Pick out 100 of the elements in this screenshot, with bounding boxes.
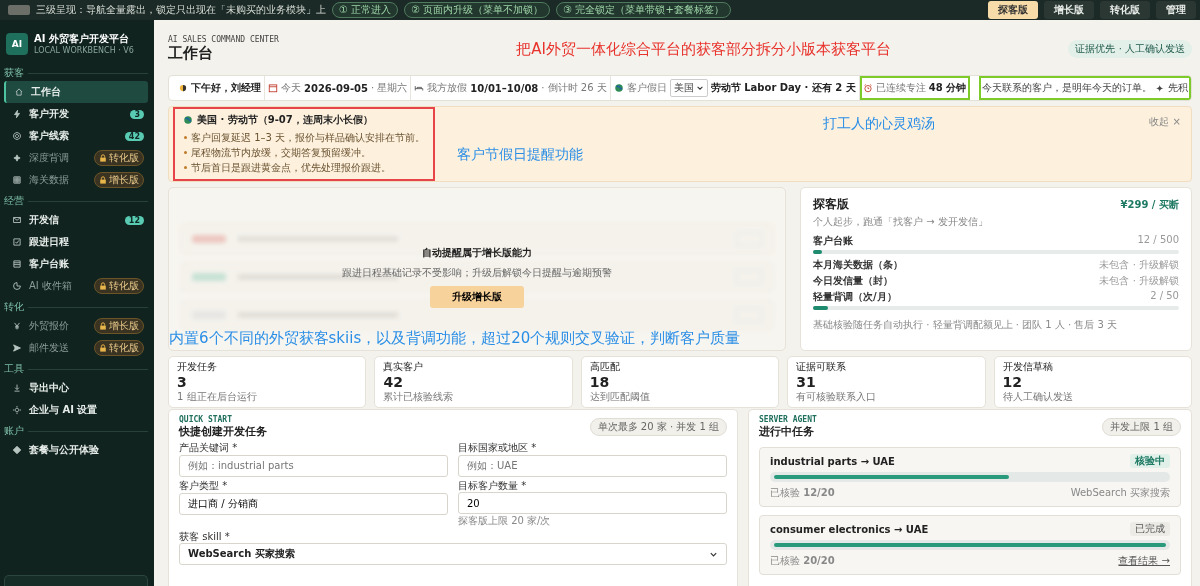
alarm-clock-icon xyxy=(862,83,873,93)
quota-reading: 2 / 50 xyxy=(1150,290,1179,303)
date-text: 2026-09-05 xyxy=(304,82,368,94)
plan-switch-button[interactable]: 管理 xyxy=(1156,1,1196,19)
plan-lock-badge: 转化版 xyxy=(94,278,144,294)
mode-button[interactable]: ③ 完全锁定（菜单带锁+套餐标签） xyxy=(556,2,731,18)
section-label: 工具 xyxy=(4,362,24,376)
focus-timer: 已连续专注 48 分钟 xyxy=(859,76,971,100)
quota-label: 今日发信量（封） xyxy=(813,274,893,288)
plan-lock-badge: 增长版 xyxy=(94,172,144,188)
stat-caption: 达到匹配阈值 xyxy=(589,390,651,404)
limit-pill: 单次最多 20 家 · 并发 1 组 xyxy=(589,418,727,436)
quota-reading: 12 / 500 xyxy=(1137,234,1179,247)
quota-reading: 未包含 · 升级解锁 xyxy=(1099,274,1179,288)
quota-reading: 未包含 · 升级解锁 xyxy=(1099,258,1179,272)
eyebrow-label: QUICK START xyxy=(179,415,233,424)
annotation-text: 客户节假日提醒功能 xyxy=(457,146,584,164)
input-field[interactable]: 进口商 / 分销商 xyxy=(179,492,448,515)
input-field[interactable]: 例如：UAE xyxy=(458,454,727,477)
plan-subtitle: 个人起步，跑通「找客户 → 发开发信」 xyxy=(813,215,989,229)
sidebar-item[interactable]: 跟进日程 xyxy=(4,231,148,253)
task-status-badge: 已完成 xyxy=(1130,522,1170,536)
sidebar-item[interactable]: 客户台账 xyxy=(4,253,148,275)
globe-icon xyxy=(183,115,193,125)
motivational-quote: 今天联系的客户，是明年今天的订单。 ✦ 先积 xyxy=(978,76,1191,100)
target-icon xyxy=(12,131,22,141)
mode-button[interactable]: ② 页面内升级（菜单不加锁） xyxy=(404,2,551,18)
plan-lock-badge: 转化版 xyxy=(94,340,144,356)
task-title: consumer electronics → UAE xyxy=(770,523,929,535)
view-results-link[interactable]: 查看结果 → xyxy=(1118,554,1170,568)
annotation-text: 打工人的心灵鸡汤 xyxy=(823,115,936,133)
holiday-reminder: 美国 · 劳动节（9-07，连周末小长假） 客户回复延迟 1–3 天，报价与样品确认安排在节前。 尾程物流节内放缓，交期答复预留缓冲。 节后首日是跟进黄金点，优先处理报价跟进。 xyxy=(175,109,434,179)
caret-icon xyxy=(695,84,704,92)
sidebar-item[interactable]: 邮件发送 转化版 xyxy=(4,337,148,359)
skill-select[interactable]: WebSearch 买家搜索 xyxy=(179,543,727,565)
stat-value: 31 xyxy=(796,374,817,390)
sidebar-item[interactable]: 套餐与公开体验 xyxy=(4,439,148,461)
stat-label: 开发信草稿 xyxy=(1002,360,1054,374)
sidebar-item[interactable]: 导出中心 xyxy=(4,377,148,399)
info-label: 我方放假 xyxy=(427,81,468,95)
input-field[interactable]: 20 xyxy=(458,492,727,514)
status-pill: 证据优先 · 人工确认发送 xyxy=(1068,40,1192,58)
verified-count-text: 已核验 12/20 xyxy=(770,486,835,500)
sidebar-item[interactable]: 客户开发 3 xyxy=(4,103,148,125)
stat-value: 42 xyxy=(383,374,404,390)
blurred-thumbnail xyxy=(8,5,30,15)
section-label: 转化 xyxy=(4,300,24,314)
field-label: 客户类型 * xyxy=(179,479,229,492)
globe-icon xyxy=(613,83,624,93)
plan-switch-button[interactable]: 探客版 xyxy=(988,1,1038,19)
holiday-countdown: 劳动节 Labor Day · 还有 2 天 xyxy=(710,81,856,95)
sparkle-icon xyxy=(12,153,22,163)
weekday-text: · 星期六 xyxy=(370,81,408,95)
plan-title: 探客版 xyxy=(813,196,849,213)
eyebrow-label: SERVER AGENT xyxy=(759,415,817,424)
sidebar-item[interactable]: 外贸报价 增长版 xyxy=(4,315,148,337)
stat-label: 高匹配 xyxy=(589,360,621,374)
field-hint: 探客版上限 20 家/次 xyxy=(458,514,552,528)
send-icon xyxy=(12,343,22,353)
greeting: 下午好，刘经理 xyxy=(191,81,261,95)
stat-caption: 累计已核验线索 xyxy=(383,390,455,404)
sidebar-item[interactable]: 工作台 xyxy=(4,81,148,103)
quota-label: 轻量背调（次/月） xyxy=(813,290,897,304)
section-label: 获客 xyxy=(4,66,24,80)
stat-label: 证据可联系 xyxy=(796,360,848,374)
stat-caption: 待人工确认发送 xyxy=(1002,390,1074,404)
annotation-text: 把AI外贸一体化综合平台的获客部分拆分小版本获客平台 xyxy=(515,39,892,59)
plan-switch-button[interactable]: 转化版 xyxy=(1100,1,1150,19)
sidebar-item[interactable]: 企业与 AI 设置 xyxy=(4,399,148,421)
sidebar-item[interactable]: 开发信 12 xyxy=(4,209,148,231)
lightning-icon xyxy=(12,109,22,119)
checkbox-icon xyxy=(12,237,22,247)
home-icon xyxy=(14,87,24,97)
panel-title: 进行中任务 xyxy=(759,424,815,439)
sidebar-item[interactable]: 客户线索 42 xyxy=(4,125,148,147)
mode-button[interactable]: ① 正常进入 xyxy=(332,2,399,18)
plan-footer-text: 基础核验随任务自动执行 · 轻量背调配额见上 · 团队 1 人 · 售后 3 天 xyxy=(813,318,1119,332)
bed-icon xyxy=(414,83,425,93)
sidebar-item[interactable]: 海关数据 增长版 xyxy=(4,169,148,191)
input-field[interactable]: 例如：industrial parts xyxy=(179,454,448,477)
settings-icon xyxy=(12,405,22,415)
table-icon xyxy=(12,259,22,269)
count-badge: 42 xyxy=(124,131,144,141)
upgrade-button[interactable]: 升级增长版 xyxy=(430,286,524,308)
section-label: 经营 xyxy=(4,194,24,208)
stat-value: 18 xyxy=(589,374,611,390)
diamond-icon xyxy=(12,445,22,455)
plan-lock-badge: 增长版 xyxy=(94,318,144,334)
sidebar-item[interactable]: 深度背调 转化版 xyxy=(4,147,148,169)
sidebar-item[interactable]: AI 收件箱 转化版 xyxy=(4,275,148,297)
quota-label: 客户台账 xyxy=(813,234,853,248)
country-select[interactable]: 美国 xyxy=(669,79,708,97)
count-badge: 3 xyxy=(130,109,144,119)
stat-label: 开发任务 xyxy=(177,360,218,374)
field-label: 获客 skill * xyxy=(179,531,231,543)
stat-caption: 有可核验联系入口 xyxy=(796,390,878,404)
plan-switch-button[interactable]: 增长版 xyxy=(1044,1,1094,19)
countdown-text: · 倒计时 26 天 xyxy=(541,81,607,95)
page-title: 工作台 xyxy=(168,44,214,63)
download-icon xyxy=(12,383,22,393)
